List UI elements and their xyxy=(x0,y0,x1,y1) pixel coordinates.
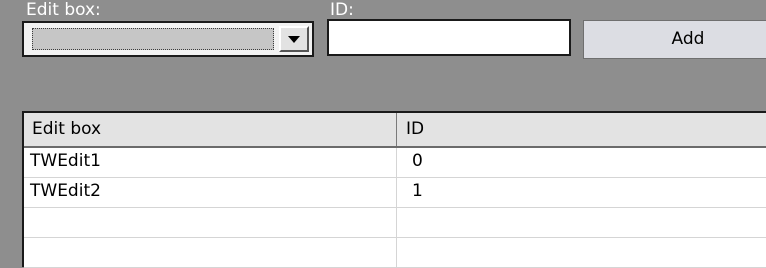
edit-box-label: Edit box: xyxy=(26,0,101,20)
table-cell-id xyxy=(398,238,766,267)
table-header: Edit box ID xyxy=(24,113,766,148)
edit-box-combobox-value[interactable] xyxy=(32,28,274,50)
table-cell-edit-box xyxy=(24,208,397,237)
edit-box-combobox[interactable] xyxy=(22,21,314,57)
table-cell-id: 1 xyxy=(412,181,423,201)
table-cell-edit-box xyxy=(24,238,397,267)
dropdown-button[interactable] xyxy=(279,26,309,52)
table-row[interactable]: TWEdit1 0 xyxy=(24,148,766,178)
table-cell-edit-box: TWEdit1 xyxy=(24,148,397,177)
chevron-down-icon xyxy=(288,35,300,43)
table-cell-id xyxy=(398,208,766,237)
table-cell-edit-box: TWEdit2 xyxy=(24,178,397,207)
table-row[interactable] xyxy=(24,238,766,268)
add-button[interactable]: Add xyxy=(583,20,766,59)
table-row[interactable]: TWEdit2 1 xyxy=(24,178,766,208)
table-row[interactable] xyxy=(24,208,766,238)
column-header-edit-box[interactable]: Edit box xyxy=(24,113,397,146)
table-cell-id: 0 xyxy=(412,151,423,171)
column-header-id[interactable]: ID xyxy=(398,113,766,146)
id-label: ID: xyxy=(330,0,354,20)
edit-box-table: Edit box ID TWEdit1 0 TWEdit2 1 xyxy=(22,111,766,268)
id-input[interactable] xyxy=(327,19,571,56)
